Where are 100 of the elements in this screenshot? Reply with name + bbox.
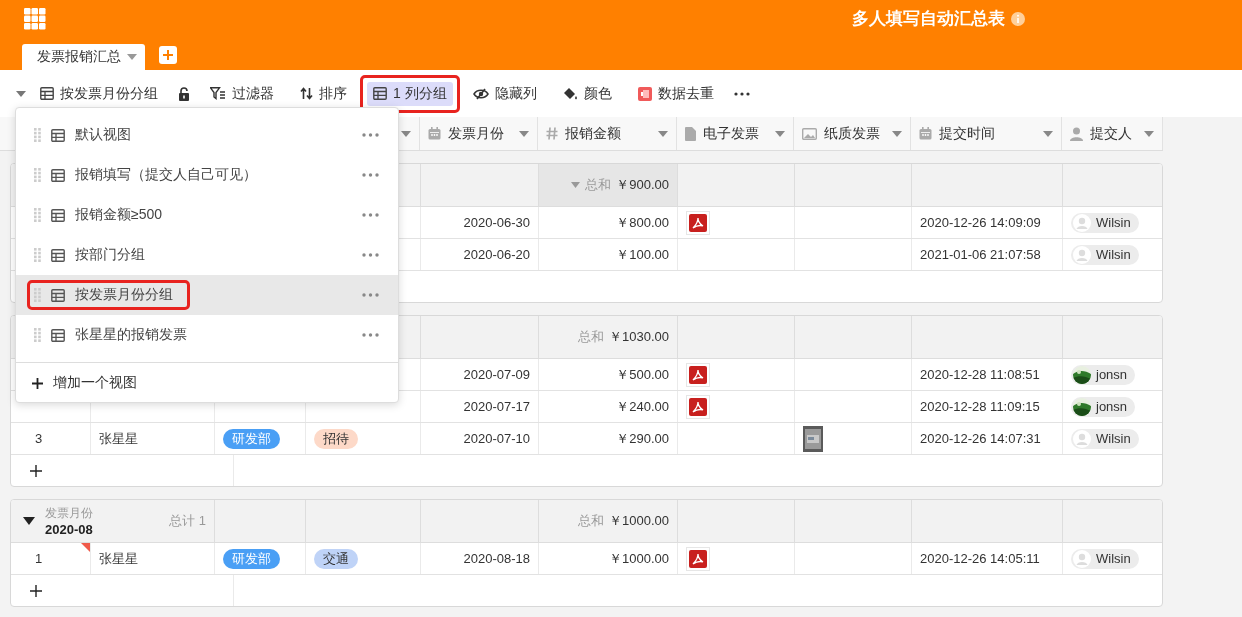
plus-icon [32,377,43,389]
table-cell: ￥1000.00 [609,549,669,568]
table-tab[interactable]: 发票报销汇总 [22,44,145,70]
department-tag: 研发部 [223,428,280,449]
lock-icon[interactable] [178,86,190,101]
view-item[interactable]: 默认视图 [16,115,398,155]
group-value: 2020-08 [45,522,93,537]
table-icon [51,208,65,222]
column-header[interactable]: 纸质发票 [794,117,911,150]
row-number: 1 [35,551,43,566]
table-icon [51,248,65,262]
table-cell: 2020-12-28 11:09:15 [920,399,1040,414]
drag-handle-icon[interactable] [34,328,41,342]
view-item[interactable]: 按部门分组 [16,235,398,275]
drag-handle-icon[interactable] [34,248,41,262]
toolbar-button[interactable]: 数据去重 [631,81,720,106]
caret-icon[interactable] [775,130,785,137]
column-header[interactable]: 提交时间 [911,117,1062,150]
table-cell: 2021-01-06 21:07:58 [920,247,1041,262]
add-view-button[interactable]: 增加一个视图 [16,363,137,403]
caret-icon[interactable] [658,130,668,137]
table-cell: 2020-12-26 14:09:09 [920,215,1041,230]
table-icon [51,288,65,302]
user-chip: jonsn [1071,396,1136,417]
caret-icon[interactable] [127,54,137,60]
table-icon [51,168,65,182]
group-summary[interactable]: 总和 ￥900.00 [539,164,678,206]
drag-handle-icon[interactable] [34,288,41,302]
table-cell: 2020-08-18 [463,551,530,566]
pdf-file-icon[interactable] [686,394,710,419]
dedupe-icon [637,86,652,101]
table-cell: 2020-12-26 14:05:11 [920,551,1040,566]
view-item[interactable]: 报销填写（提交人自己可见） [16,155,398,195]
caret-icon[interactable] [519,130,529,137]
pdf-file-icon[interactable] [686,362,710,387]
toolbar-button[interactable]: 颜色 [556,81,618,106]
table-icon [51,128,65,142]
image-icon [802,127,817,140]
filter-icon [210,87,226,100]
type-tag: 招待 [314,428,358,449]
more-icon[interactable] [733,91,750,96]
pdf-file-icon[interactable] [686,546,710,571]
apps-grid-icon[interactable] [24,7,46,30]
pdf-file-icon[interactable] [686,210,710,235]
view-name: 按发票月份分组 [75,286,173,304]
view-item[interactable]: 张星星的报销发票 [16,315,398,355]
user-chip: Wilsin [1071,548,1139,569]
drag-handle-icon[interactable] [34,208,41,222]
table-cell: 2020-07-09 [463,367,530,382]
table-cell: ￥290.00 [616,429,669,448]
add-row-icon[interactable] [30,584,42,597]
table-cell: ￥100.00 [616,245,669,264]
view-item[interactable]: 报销金额≥500 [16,195,398,235]
table-cell: ￥800.00 [616,213,669,232]
caret-icon[interactable] [1043,130,1053,137]
user-chip: jonsn [1071,364,1136,385]
department-tag: 研发部 [223,548,280,569]
toolbar-button[interactable]: 隐藏列 [466,81,543,106]
caret-icon[interactable] [16,90,26,97]
table-cell: 张星星 [99,429,138,448]
row-number: 3 [35,431,43,446]
collapse-caret-icon[interactable] [23,517,35,525]
group-summary[interactable]: 总和 ￥1000.00 [539,500,678,542]
column-header[interactable]: 发票月份 [420,117,538,150]
type-tag: 交通 [314,548,358,569]
paint-bucket-icon [562,86,578,101]
column-header[interactable]: 报销金额 [538,117,677,150]
table-icon [51,328,65,342]
column-header[interactable]: 电子发票 [677,117,794,150]
avatar-icon [1073,429,1091,448]
caret-icon[interactable] [1144,130,1154,137]
toolbar-button[interactable]: 过滤器 [204,81,280,106]
toolbar-button[interactable]: 1 列分组 [367,81,453,106]
calendar-icon [428,127,441,140]
eye-slash-icon [472,87,489,100]
file-icon [685,126,696,141]
group-count: 总计 1 [169,512,206,530]
drag-handle-icon[interactable] [34,128,41,142]
view-selector[interactable]: 按发票月份分组 [34,81,164,106]
avatar-icon [1073,549,1091,568]
table-cell: 2020-07-10 [463,431,530,446]
caret-icon[interactable] [892,130,902,137]
table-icon [373,87,387,100]
caret-icon[interactable] [571,182,581,188]
hash-icon [546,127,558,140]
view-name: 报销金额≥500 [75,206,163,224]
info-icon[interactable] [1011,11,1025,26]
user-chip: Wilsin [1071,244,1139,265]
column-header[interactable]: 提交人 [1062,117,1163,150]
add-tab-icon[interactable] [159,46,177,64]
toolbar-button[interactable]: 排序 [294,81,353,106]
caret-icon[interactable] [401,130,411,137]
add-row-icon[interactable] [30,464,42,477]
view-name: 报销填写（提交人自己可见） [75,166,257,184]
group-summary[interactable]: 总和 ￥1030.00 [539,316,678,358]
table-cell: 张星星 [99,549,138,568]
table-icon [40,87,54,100]
view-item[interactable]: 按发票月份分组 [16,275,398,315]
drag-handle-icon[interactable] [34,168,41,182]
table-cell: ￥500.00 [616,365,669,384]
